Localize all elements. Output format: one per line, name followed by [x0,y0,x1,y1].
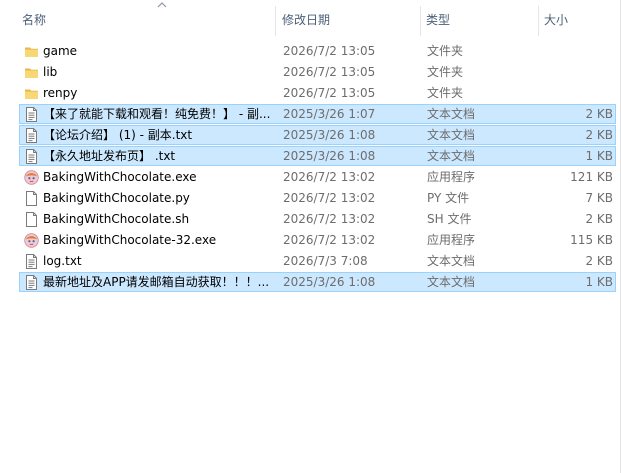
file-modified-date: 2025/3/26 1:08 [283,128,376,142]
file-size: 115 KB [570,233,613,247]
sort-ascending-icon [157,2,167,8]
app-icon [24,233,39,248]
text-file-icon [24,107,39,122]
text-file-icon [24,149,39,164]
file-name: lib [43,65,58,79]
file-modified-date: 2026/7/2 13:02 [283,233,376,247]
file-name: BakingWithChocolate.py [43,191,190,205]
file-name-cell: 最新地址及APP请发邮箱自动获取！！！... [24,273,276,292]
file-name: 【来了就能下载和观看！纯免费！】 - 副... [43,107,271,121]
file-name-cell: 【论坛介绍】 (1) - 副本.txt [24,126,276,145]
file-type: 文本文档 [427,128,476,142]
file-name: game [43,44,78,58]
column-header-bar: 名称 修改日期 类型 大小 [0,0,620,38]
file-name: 【论坛介绍】 (1) - 副本.txt [43,128,193,142]
file-name-cell: 【永久地址发布页】 .txt [24,147,276,166]
file-size: 2 KB [585,254,613,268]
file-modified-date: 2026/7/2 13:05 [283,65,376,79]
file-name: 【永久地址发布页】 .txt [43,149,176,163]
folder-icon [24,44,39,59]
file-size [540,63,613,82]
column-header-name[interactable]: 名称 [17,0,276,38]
file-type: SH 文件 [427,212,472,226]
text-file-icon [24,254,39,269]
file-size: 121 KB [570,170,613,184]
file-type: 应用程序 [427,233,476,247]
file-modified-date: 2026/7/2 13:02 [283,212,376,226]
file-type: 文本文档 [427,275,476,289]
file-type: 文件夹 [427,65,464,79]
blank-file-icon [24,191,39,206]
folder-icon [24,86,39,101]
column-header-date[interactable]: 修改日期 [277,0,421,38]
file-size: 2 KB [585,212,613,226]
file-size: 2 KB [585,128,613,142]
file-row[interactable]: renpy 2026/7/2 13:05 文件夹 [19,83,616,103]
column-header-type-label: 类型 [426,13,451,27]
column-header-date-label: 修改日期 [282,13,331,27]
file-row[interactable]: game 2026/7/2 13:05 文件夹 [19,41,616,61]
file-modified-date: 2026/7/2 13:05 [283,44,376,58]
file-size: 2 KB [585,107,613,121]
column-header-name-label: 名称 [22,13,47,27]
file-modified-date: 2025/3/26 1:08 [283,149,376,163]
file-row[interactable]: BakingWithChocolate.exe 2026/7/2 13:02 应用程… [19,167,616,187]
file-name: renpy [43,86,78,100]
file-name-cell: log.txt [24,252,276,271]
file-name: BakingWithChocolate-32.exe [43,233,217,247]
file-type: 文本文档 [427,254,476,268]
file-size [540,42,613,61]
column-header-size-label: 大小 [544,13,569,27]
file-row[interactable]: BakingWithChocolate.sh 2026/7/2 13:02 SH 文… [19,209,616,229]
file-row[interactable]: lib 2026/7/2 13:05 文件夹 [19,62,616,82]
file-name-cell: lib [24,63,276,82]
file-name-cell: BakingWithChocolate.sh [24,210,276,229]
file-modified-date: 2026/7/2 13:02 [283,191,376,205]
file-name: BakingWithChocolate.exe [43,170,197,184]
file-modified-date: 2026/7/2 13:02 [283,170,376,184]
file-name: 最新地址及APP请发邮箱自动获取！！！... [43,275,270,289]
file-name-cell: BakingWithChocolate-32.exe [24,231,276,250]
column-header-size[interactable]: 大小 [539,0,620,38]
file-size: 7 KB [585,191,613,205]
text-file-icon [24,275,39,290]
file-row[interactable]: BakingWithChocolate.py 2026/7/2 13:02 PY 文… [19,188,616,208]
file-name-cell: BakingWithChocolate.py [24,189,276,208]
file-type: PY 文件 [427,191,470,205]
file-modified-date: 2026/7/3 7:08 [283,254,368,268]
file-name-cell: BakingWithChocolate.exe [24,168,276,187]
file-name: log.txt [43,254,82,268]
file-type: 应用程序 [427,170,476,184]
file-name-cell: 【来了就能下载和观看！纯免费！】 - 副... [24,105,276,124]
file-size [540,84,613,103]
file-size: 1 KB [585,149,613,163]
file-modified-date: 2026/7/2 13:05 [283,86,376,100]
file-row[interactable]: 【来了就能下载和观看！纯免费！】 - 副... 2025/3/26 1:07 文本文… [19,104,616,124]
folder-icon [24,65,39,80]
app-icon [24,170,39,185]
file-name-cell: game [24,42,276,61]
file-list-view: 名称 修改日期 类型 大小 game 2026/7/2 13:05 文件夹 lib 20… [0,0,621,473]
file-type: 文本文档 [427,107,476,121]
file-row[interactable]: log.txt 2026/7/3 7:08 文本文档 2 KB [19,251,616,271]
file-type: 文件夹 [427,44,464,58]
file-type: 文本文档 [427,149,476,163]
blank-file-icon [24,212,39,227]
file-row[interactable]: BakingWithChocolate-32.exe 2026/7/2 13:02… [19,230,616,250]
file-row[interactable]: 最新地址及APP请发邮箱自动获取！！！... 2025/3/26 1:08 文本文档… [19,272,616,292]
file-row[interactable]: 【永久地址发布页】 .txt 2025/3/26 1:08 文本文档 1 KB [19,146,616,166]
file-modified-date: 2025/3/26 1:07 [283,107,376,121]
file-name-cell: renpy [24,84,276,103]
file-type: 文件夹 [427,86,464,100]
file-name: BakingWithChocolate.sh [43,212,190,226]
file-row[interactable]: 【论坛介绍】 (1) - 副本.txt 2025/3/26 1:08 文本文档 2 K… [19,125,616,145]
text-file-icon [24,128,39,143]
column-header-type[interactable]: 类型 [421,0,539,38]
file-modified-date: 2025/3/26 1:08 [283,275,376,289]
file-size: 1 KB [585,275,613,289]
